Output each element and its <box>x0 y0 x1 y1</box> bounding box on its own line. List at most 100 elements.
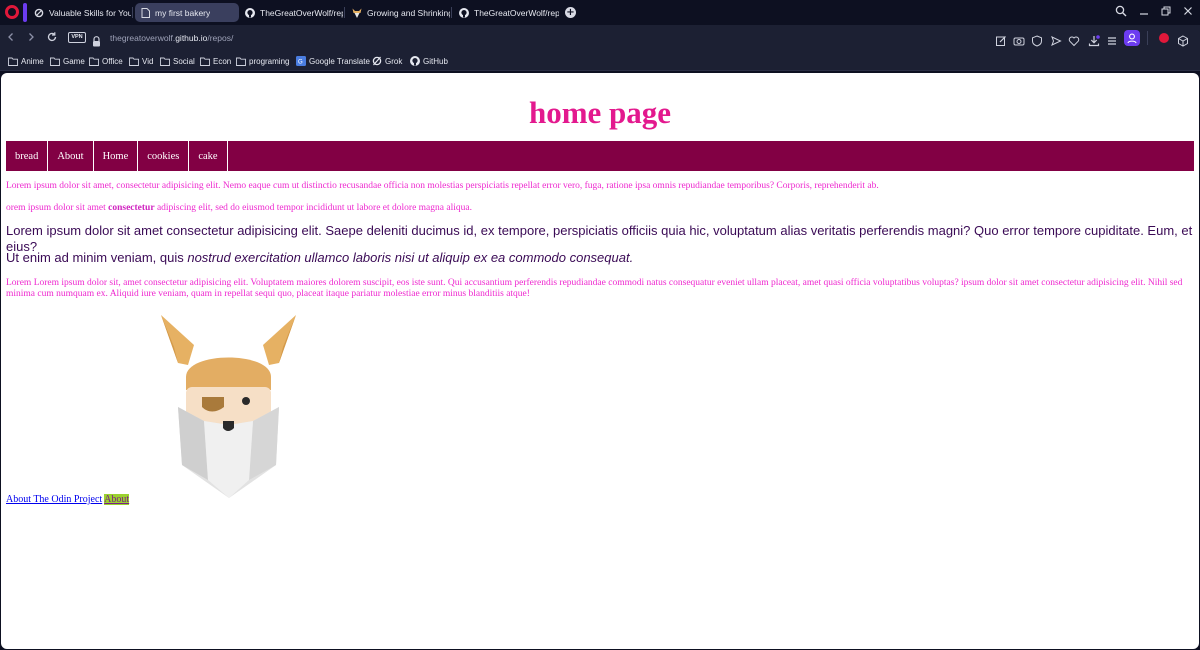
url-field[interactable]: thegreatoverwolf.github.io/repos/ <box>110 32 233 44</box>
heart-icon[interactable] <box>1068 32 1080 47</box>
camera-icon[interactable] <box>1013 32 1025 46</box>
tab-growing-shrinking[interactable]: Growing and Shrinking | T <box>347 3 450 22</box>
tab-strip: Valuable Skills for Young A my first bak… <box>0 0 1200 25</box>
extensions-cube-icon[interactable] <box>1177 32 1189 47</box>
tab-valuable-skills[interactable]: Valuable Skills for Young A <box>29 3 131 22</box>
bookmark-econ[interactable]: Econ <box>200 55 231 67</box>
bookmark-vid[interactable]: Vid <box>129 55 153 67</box>
forward-icon[interactable] <box>24 31 38 45</box>
paragraph-2-bold: consectetur <box>108 203 155 213</box>
github-icon <box>410 56 420 66</box>
page-viewport: home page bread About Home cookies cake … <box>1 73 1199 649</box>
tab-my-first-bakery[interactable]: my first bakery <box>135 3 239 22</box>
nav-item-cookies[interactable]: cookies <box>138 141 190 171</box>
bookmark-label: Anime <box>21 56 44 66</box>
paragraph-4-italic: nostrud exercitation ullamco laboris nis… <box>187 250 634 265</box>
restore-icon[interactable] <box>1159 5 1173 19</box>
bookmark-label: Game <box>63 56 85 66</box>
bookmark-programing[interactable]: programing <box>236 55 289 67</box>
bookmark-grok[interactable]: Grok <box>372 55 402 67</box>
bookmark-label: GitHub <box>423 56 448 66</box>
paragraph-2-text: orem ipsum dolor sit amet <box>6 203 109 213</box>
bookmarks-bar: Anime Game Office Vid Social Econ progra… <box>0 51 1200 71</box>
tab-github-repos-2[interactable]: TheGreatOverWolf/repos <box>454 3 559 22</box>
edit-icon[interactable] <box>995 32 1007 46</box>
translate-icon: G <box>296 56 306 66</box>
nav-item-cake[interactable]: cake <box>189 141 228 171</box>
search-tabs-icon[interactable] <box>1114 5 1128 19</box>
tab-github-repos[interactable]: TheGreatOverWolf/repos <box>240 3 343 22</box>
folder-icon <box>89 57 99 66</box>
nav-item-about[interactable]: About <box>48 141 94 171</box>
url-domain: github.io <box>175 33 208 43</box>
odin-icon <box>352 8 362 18</box>
bookmark-game[interactable]: Game <box>50 55 85 67</box>
github-icon <box>245 7 255 18</box>
new-tab-plus-icon[interactable]: + <box>565 7 576 18</box>
bookmark-label: Grok <box>385 56 403 66</box>
menu-icon[interactable] <box>1106 32 1118 45</box>
paragraph-1: Lorem ipsum dolor sit amet, consectetur … <box>6 181 879 191</box>
svg-text:G: G <box>298 60 303 66</box>
lock-icon[interactable] <box>92 32 101 47</box>
bookmark-label: Econ <box>213 56 232 66</box>
bookmark-label: Office <box>102 56 123 66</box>
github-icon <box>459 7 469 18</box>
bookmark-label: Social <box>173 56 195 66</box>
about-link[interactable]: About <box>104 494 130 505</box>
tab-separator <box>451 7 452 18</box>
opera-logo-icon[interactable] <box>5 5 19 19</box>
back-icon[interactable] <box>4 31 18 45</box>
tab-title: TheGreatOverWolf/repos <box>474 7 559 18</box>
footer-links: About The Odin Project About <box>6 494 130 506</box>
bookmark-github[interactable]: GitHub <box>410 55 448 67</box>
url-prefix: thegreatoverwolf. <box>110 33 176 43</box>
download-icon[interactable] <box>1088 32 1100 47</box>
site-nav: bread About Home cookies cake <box>6 141 1194 171</box>
vpn-badge[interactable]: VPN <box>68 32 86 43</box>
bookmark-label: programing <box>249 56 290 66</box>
tab-title: Valuable Skills for Young A <box>49 7 131 18</box>
minimize-icon[interactable] <box>1137 5 1151 19</box>
paragraph-5: Lorem Lorem ipsum dolor sit, amet consec… <box>6 278 1183 299</box>
shield-icon[interactable] <box>1031 32 1043 47</box>
address-bar: VPN thegreatoverwolf.github.io/repos/ <box>0 25 1200 51</box>
folder-icon <box>8 57 18 66</box>
bookmark-google-translate[interactable]: G Google Translate <box>296 55 370 67</box>
url-path: /repos/ <box>207 33 234 43</box>
loop-icon <box>34 8 44 18</box>
paragraph-4: Ut enim ad minim veniam, quis nostrud ex… <box>6 250 1196 266</box>
paragraph-4-text: Ut enim ad minim veniam, quis <box>6 250 188 265</box>
folder-icon <box>50 57 60 66</box>
reload-icon[interactable] <box>45 31 59 45</box>
nav-item-home[interactable]: Home <box>94 141 139 171</box>
bookmark-social[interactable]: Social <box>160 55 195 67</box>
tab-title: TheGreatOverWolf/repos <box>260 7 343 18</box>
about-odin-project-link[interactable]: About The Odin Project <box>6 494 102 505</box>
paragraph-2: orem ipsum dolor sit amet consectetur ad… <box>6 203 1192 214</box>
page-title: home page <box>528 95 672 130</box>
ublock-extension-icon[interactable] <box>1159 33 1169 43</box>
document-icon <box>140 7 150 18</box>
tab-title: my first bakery <box>155 7 211 18</box>
folder-icon <box>129 57 139 66</box>
send-icon[interactable] <box>1050 32 1062 46</box>
bookmark-anime[interactable]: Anime <box>8 55 44 67</box>
bookmark-label: Vid <box>142 56 154 66</box>
odin-logo-image <box>156 315 301 498</box>
profile-avatar-icon[interactable] <box>1124 30 1140 46</box>
folder-icon <box>200 57 210 66</box>
folder-icon <box>160 57 170 66</box>
bookmark-office[interactable]: Office <box>89 55 123 67</box>
paragraph-2-rest: adipiscing elit, sed do eiusmod tempor i… <box>154 203 472 213</box>
sidebar-accent <box>23 3 27 22</box>
tab-separator <box>344 7 345 18</box>
tab-separator <box>132 7 133 18</box>
grok-icon <box>372 56 382 66</box>
close-icon[interactable] <box>1181 5 1195 19</box>
toolbar-divider <box>1147 31 1148 45</box>
bookmark-label: Google Translate <box>309 56 370 66</box>
nav-item-bread[interactable]: bread <box>6 141 49 171</box>
tab-title: Growing and Shrinking | T <box>367 7 450 18</box>
folder-icon <box>236 57 246 66</box>
